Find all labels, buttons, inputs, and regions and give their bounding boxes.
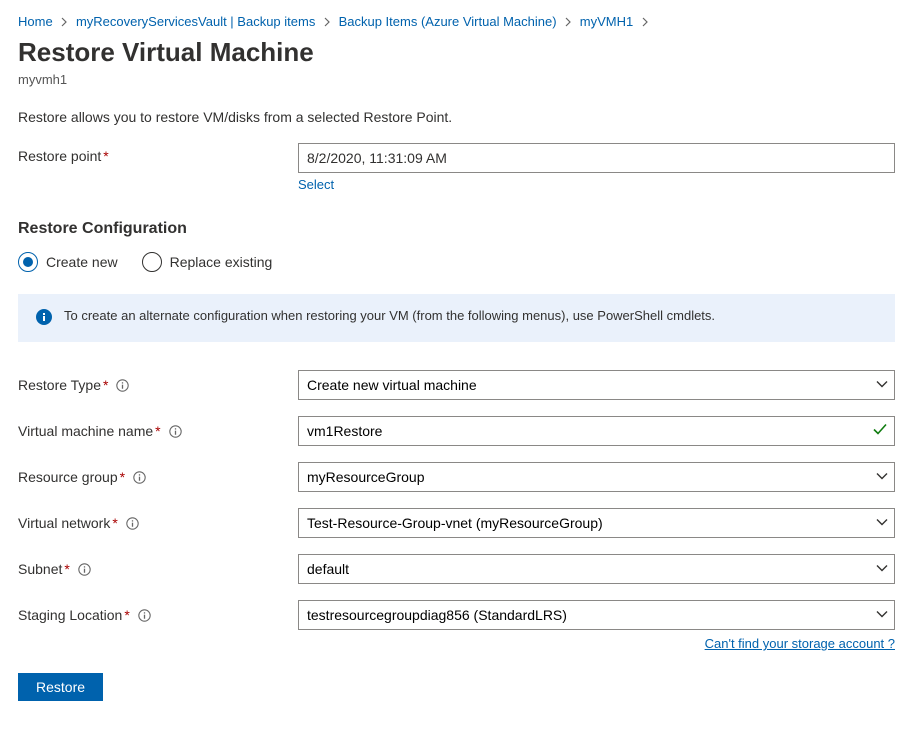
info-icon[interactable] — [78, 563, 91, 576]
chevron-right-icon — [60, 15, 68, 30]
breadcrumb: Home myRecoveryServicesVault | Backup it… — [18, 14, 895, 29]
resource-group-label: Resource group — [18, 469, 118, 485]
cant-find-storage-link[interactable]: Can't find your storage account ? — [705, 636, 895, 651]
chevron-right-icon — [641, 15, 649, 30]
breadcrumb-home[interactable]: Home — [18, 14, 53, 29]
info-icon[interactable] — [169, 425, 182, 438]
restore-point-label: Restore point — [18, 148, 101, 164]
vm-name-input[interactable] — [298, 416, 895, 446]
page-subtitle: myvmh1 — [18, 72, 895, 87]
restore-button[interactable]: Restore — [18, 673, 103, 701]
info-icon[interactable] — [138, 609, 151, 622]
subnet-label: Subnet — [18, 561, 62, 577]
subnet-dropdown[interactable] — [298, 554, 895, 584]
info-icon[interactable] — [116, 379, 129, 392]
resource-group-dropdown[interactable] — [298, 462, 895, 492]
radio-create-new-label: Create new — [46, 254, 118, 270]
breadcrumb-vm[interactable]: myVMH1 — [580, 14, 633, 29]
breadcrumb-backup-items[interactable]: Backup Items (Azure Virtual Machine) — [339, 14, 557, 29]
info-icon[interactable] — [126, 517, 139, 530]
restore-type-label: Restore Type — [18, 377, 101, 393]
info-banner-text: To create an alternate configuration whe… — [64, 308, 715, 323]
restore-point-input[interactable] — [298, 143, 895, 173]
breadcrumb-vault[interactable]: myRecoveryServicesVault | Backup items — [76, 14, 315, 29]
page-title: Restore Virtual Machine — [18, 37, 895, 68]
select-restore-point-link[interactable]: Select — [298, 177, 334, 192]
chevron-right-icon — [323, 15, 331, 30]
page-description: Restore allows you to restore VM/disks f… — [18, 109, 895, 125]
restore-config-radio-group: Create new Replace existing — [18, 252, 895, 272]
required-indicator: * — [103, 148, 108, 164]
radio-unselected-icon — [142, 252, 162, 272]
checkmark-icon — [873, 424, 887, 439]
info-banner: To create an alternate configuration whe… — [18, 294, 895, 342]
chevron-right-icon — [564, 15, 572, 30]
radio-create-new[interactable]: Create new — [18, 252, 118, 272]
vnet-dropdown[interactable] — [298, 508, 895, 538]
info-icon — [36, 309, 52, 328]
info-icon[interactable] — [133, 471, 146, 484]
radio-selected-icon — [18, 252, 38, 272]
radio-replace-existing[interactable]: Replace existing — [142, 252, 273, 272]
restore-type-dropdown[interactable] — [298, 370, 895, 400]
staging-location-label: Staging Location — [18, 607, 122, 623]
radio-replace-existing-label: Replace existing — [170, 254, 273, 270]
vnet-label: Virtual network — [18, 515, 110, 531]
staging-location-dropdown[interactable] — [298, 600, 895, 630]
restore-configuration-heading: Restore Configuration — [18, 220, 895, 238]
vm-name-label: Virtual machine name — [18, 423, 153, 439]
